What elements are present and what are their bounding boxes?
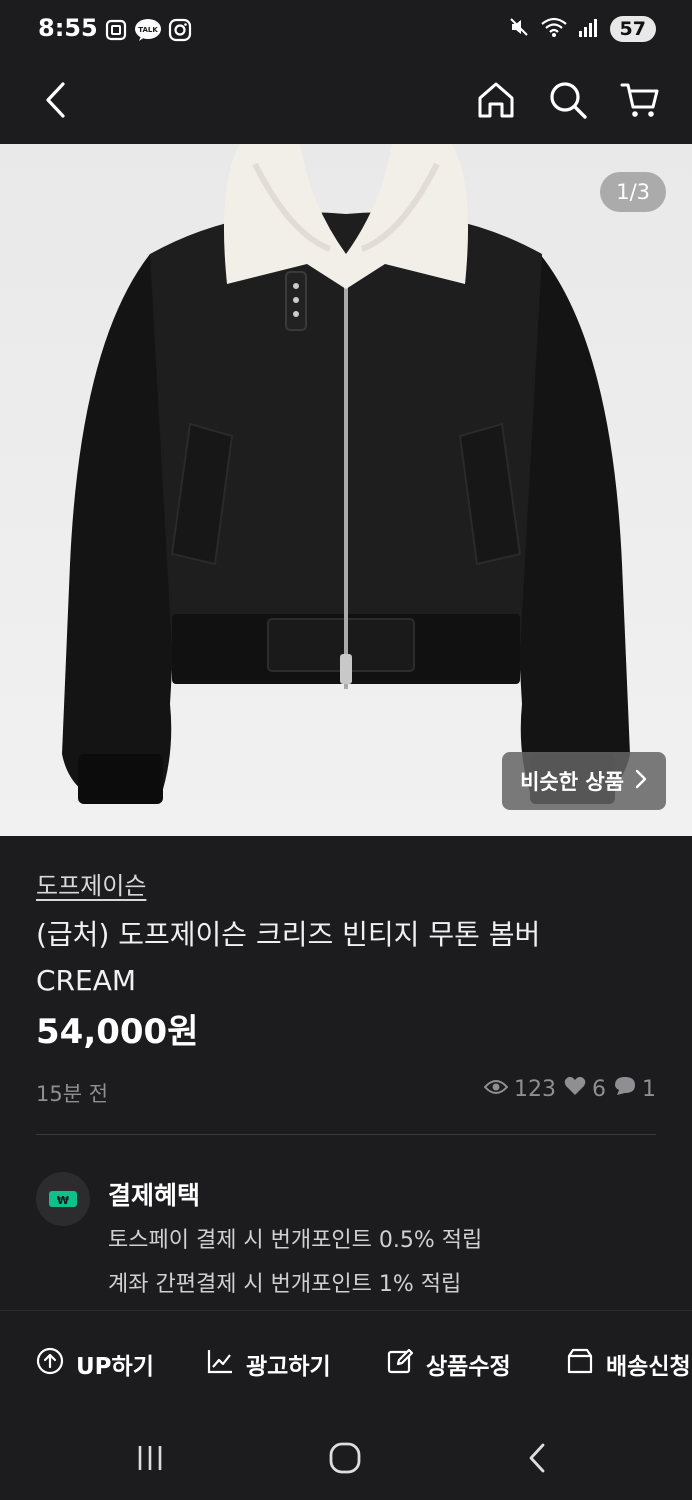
chats-count: 1 bbox=[642, 1076, 656, 1102]
chevron-right-icon bbox=[634, 769, 648, 794]
svg-text:₩: ₩ bbox=[57, 1194, 69, 1207]
up-button-label: UP하기 bbox=[76, 1354, 154, 1380]
box-icon bbox=[566, 1347, 594, 1381]
product-price: 54,000원 bbox=[36, 1012, 199, 1052]
eye-icon bbox=[483, 1077, 509, 1102]
benefit-title: 결제혜택 bbox=[108, 1181, 201, 1210]
edit-icon bbox=[386, 1347, 414, 1381]
up-button[interactable]: UP하기 bbox=[36, 1347, 154, 1381]
system-nav-bar bbox=[0, 1414, 692, 1500]
arrow-up-circle-icon bbox=[36, 1347, 64, 1381]
home-icon[interactable] bbox=[474, 78, 518, 122]
shipping-request-button[interactable]: 배송신청 bbox=[566, 1347, 691, 1381]
likes-stat: 6 bbox=[564, 1076, 606, 1102]
chats-stat: 1 bbox=[614, 1076, 656, 1102]
app-header bbox=[0, 64, 692, 144]
views-stat: 123 bbox=[483, 1076, 556, 1102]
likes-count: 6 bbox=[592, 1076, 606, 1102]
product-stats: 123 6 1 bbox=[483, 1076, 656, 1102]
ad-button[interactable]: 광고하기 bbox=[206, 1347, 331, 1381]
svg-text:TALK: TALK bbox=[138, 26, 158, 34]
signal-icon bbox=[578, 16, 600, 42]
edit-product-button[interactable]: 상품수정 bbox=[386, 1347, 511, 1381]
posted-time: 15분 전 bbox=[36, 1082, 109, 1106]
ad-button-label: 광고하기 bbox=[246, 1354, 331, 1380]
jacket-illustration bbox=[62, 144, 630, 804]
wifi-icon bbox=[540, 16, 568, 42]
cart-icon[interactable] bbox=[618, 78, 662, 122]
back-nav-icon[interactable] bbox=[516, 1436, 560, 1480]
clock: 8:55 bbox=[38, 14, 98, 42]
kakaotalk-icon: TALK bbox=[134, 18, 162, 46]
similar-products-label: 비슷한 상품 bbox=[520, 770, 624, 794]
screenshot-icon bbox=[104, 18, 128, 46]
shop-name-link[interactable]: 도프제이슨 bbox=[36, 866, 146, 901]
search-icon[interactable] bbox=[546, 78, 590, 122]
recent-apps-icon[interactable] bbox=[128, 1436, 172, 1480]
product-title: (급처) 도프제이슨 크리즈 빈티지 무톤 봄버 CREAM bbox=[36, 918, 541, 997]
status-bar: 8:55 TALK 57 bbox=[0, 0, 692, 64]
similar-products-button[interactable]: 비슷한 상품 bbox=[502, 752, 666, 810]
battery-indicator: 57 bbox=[609, 16, 656, 42]
edit-product-label: 상품수정 bbox=[426, 1354, 511, 1380]
payment-benefit-icon: ₩ bbox=[36, 1172, 90, 1226]
home-nav-icon[interactable] bbox=[323, 1436, 367, 1480]
heart-icon bbox=[564, 1076, 586, 1102]
back-arrow-icon[interactable] bbox=[36, 78, 80, 122]
divider bbox=[36, 1134, 656, 1135]
benefit-line: 토스페이 결제 시 번개포인트 0.5% 적립 bbox=[108, 1228, 483, 1253]
seller-action-bar: UP하기 광고하기 상품수정 배송신청 bbox=[0, 1310, 692, 1415]
mute-icon bbox=[508, 16, 530, 42]
product-image[interactable]: 1/3 비슷한 상품 bbox=[0, 144, 692, 836]
views-count: 123 bbox=[514, 1076, 556, 1102]
benefit-line: 계좌 간편결제 시 번개포인트 1% 적립 bbox=[108, 1272, 462, 1297]
chart-trend-icon bbox=[206, 1347, 234, 1381]
instagram-icon bbox=[168, 18, 192, 46]
image-counter: 1/3 bbox=[600, 172, 666, 212]
chat-bubble-icon bbox=[614, 1076, 636, 1102]
shipping-request-label: 배송신청 bbox=[606, 1354, 691, 1380]
